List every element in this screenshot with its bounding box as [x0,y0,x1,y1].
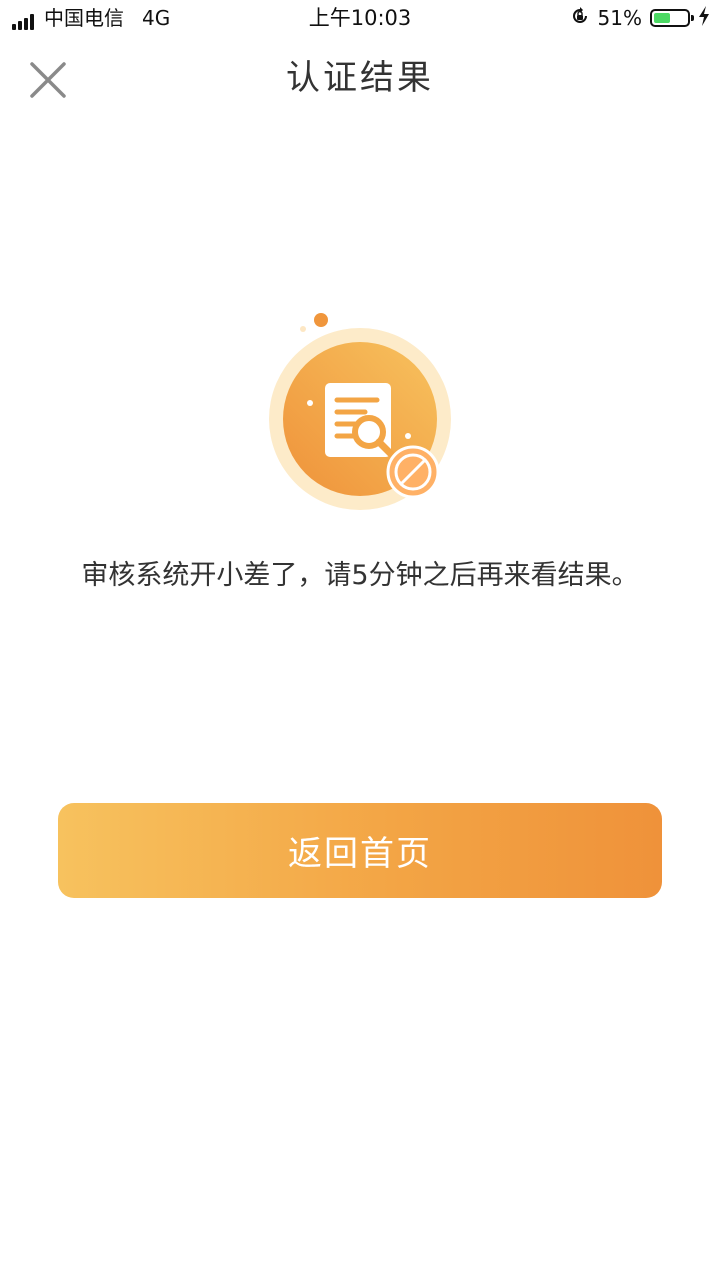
battery-icon [650,9,694,27]
orientation-lock-icon [570,6,590,31]
document-search-blocked-icon [265,308,465,518]
page-title: 认证结果 [286,58,434,98]
battery-percent: 51% [597,6,642,30]
result-message: 审核系统开小差了，请5分钟之后再来看结果。 [81,560,639,591]
status-bar: 中国电信 4G 上午10:03 51% [0,0,720,36]
return-home-button[interactable]: 返回首页 [58,803,662,898]
charging-icon [698,5,710,31]
nav-bar: 认证结果 [0,40,720,116]
status-right: 51% [570,5,710,31]
battery-fill [654,13,670,23]
